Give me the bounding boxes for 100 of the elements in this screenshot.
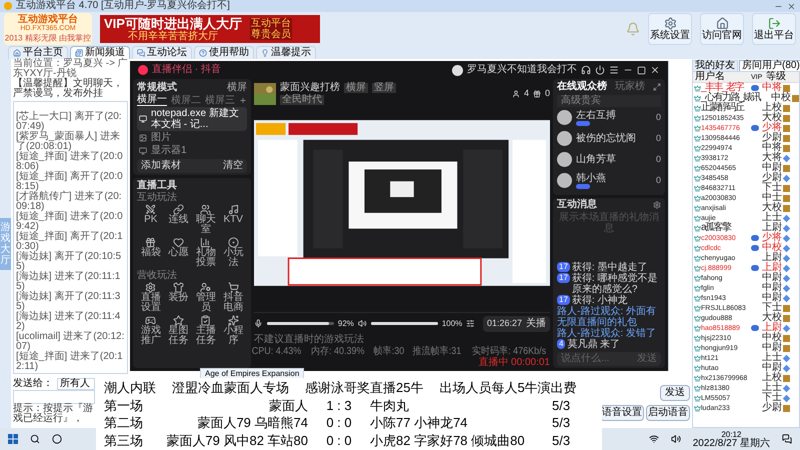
rank-text: 中尉 (762, 293, 782, 303)
tool-button[interactable]: 直播设置 (137, 282, 164, 315)
rank-text: 上士 (762, 213, 782, 223)
list-tab[interactable]: 我的好友 (692, 60, 738, 71)
chat-line: [短途_拌面] 进来了(20:08:06) (16, 152, 124, 172)
username[interactable]: _心有力路_婊讯 (701, 93, 760, 103)
tool-button[interactable]: 管理员 (192, 282, 220, 315)
rank-text: 上校 (762, 373, 782, 383)
rank-text: 少将 (762, 123, 782, 133)
tool-button[interactable]: 装扮 (164, 282, 192, 315)
chat-line: [海边妹] 进来了(20:11:15) (16, 272, 122, 292)
room-button[interactable]: 启动语音 (646, 405, 690, 421)
source-item[interactable]: notepad.exe 新建文本文档 - 记... (137, 107, 247, 131)
tool-button[interactable]: 主播任务 (192, 315, 220, 348)
viewer-count: 4 (524, 87, 529, 100)
hint-text: 不建议直播时的游戏玩法 (254, 335, 364, 345)
tool-button[interactable]: 抖音电商 (220, 282, 247, 315)
rank-text: 中将 (762, 83, 782, 93)
group-title: 营收玩法 (137, 270, 178, 282)
section-title: 直播工具 (137, 180, 178, 192)
stat-text: 帧率:30 (374, 346, 404, 357)
room-button[interactable]: 语音设置 (600, 405, 644, 421)
mode-selector[interactable]: 常规模式 (137, 82, 177, 92)
home-team: 蒙面人 (268, 396, 309, 414)
level-tag: 17 (557, 262, 570, 272)
viewer-score: 0 (656, 152, 661, 166)
banner-title: VIP可随时进出满人大厅 (104, 16, 242, 30)
column-header: 等级 (766, 72, 786, 82)
stop-live-button[interactable]: 01:26:27 关播 (482, 316, 550, 332)
message-text: 获得: 墨中越走了 (572, 262, 648, 273)
rank-text: 上尉 (762, 223, 782, 233)
rank-text: 中校 (762, 333, 782, 343)
tool-button[interactable]: 聊天室 (192, 204, 220, 237)
toolbar-button[interactable]: 访问官网 (700, 13, 744, 45)
scoreboard-heading: 澄盟冷血蒙面人专场 (172, 379, 289, 396)
rank-text: 上士 (762, 353, 782, 363)
tip-text: 提示：按提示『游戏已经运行』， (13, 404, 94, 426)
tool-button[interactable]: 福袋 (137, 237, 164, 270)
rank-text: 上尉 (762, 263, 782, 273)
rank-text: 中士 (762, 193, 782, 203)
stream-title: 蒙面兴趣打榜 (280, 83, 340, 93)
tool-button[interactable]: 小玩法 (220, 237, 247, 270)
vip-banner[interactable]: VIP可随时进出满人大厅 不用辛辛苦苦挤大厅 互动平台尊贵会员 (100, 15, 320, 43)
audience-tab[interactable]: 玩家榜 (615, 82, 645, 92)
level-tag: 17 (557, 273, 570, 283)
rank-text: 中尉 (762, 283, 782, 293)
chat-line: [才路航传广] 进来了(20:09:18) (16, 192, 122, 212)
tool-button[interactable]: 星图任务 (164, 315, 192, 348)
list-tab[interactable]: 房间用户(80) (739, 60, 800, 71)
match-score: 1 : 3 (325, 396, 353, 414)
tool-button[interactable]: 心愿 (164, 237, 192, 270)
level-tag: 4 (557, 339, 566, 349)
group-title: 互动玩法 (137, 192, 178, 204)
scene-tab[interactable]: 横屏一 (137, 95, 167, 106)
tool-button[interactable]: KTV (220, 204, 247, 237)
nav-tab[interactable]: 使用帮助 (194, 46, 254, 59)
chat-line: [海边妹] 离开了(20:11:35) (16, 292, 122, 312)
toolbar-button[interactable]: 系统设置 (648, 13, 692, 45)
send-to-label: 发送给： (13, 378, 53, 388)
app-title: 直播伴侣 · 抖音 (152, 65, 221, 75)
audience-tab[interactable]: 在线观众榜 (557, 82, 607, 92)
notice-text: 【温馨提醒】文明聊天，严禁谩骂，发布外挂 (13, 79, 124, 99)
live-status: 直播中 00:00:01 (478, 357, 550, 368)
rank-text: 中尉 (762, 363, 782, 373)
tool-button[interactable]: 小程序 (220, 315, 247, 348)
clock-date: 2022/8/27 星期六 (692, 438, 770, 448)
match-points: 5/3 (552, 414, 572, 432)
clear-button[interactable]: 清空 (223, 161, 243, 171)
tool-button[interactable]: 连线 (164, 204, 192, 237)
message-text: 路人-路过观众: 发错了 (557, 328, 656, 339)
tool-button[interactable]: PK (137, 204, 164, 237)
scene-tab[interactable]: 横屏二 (171, 96, 201, 106)
viewer-name: 被伤的忘忧阁 (576, 133, 636, 144)
toolbar-button[interactable]: 退出平台 (752, 13, 796, 45)
rank-text: 少尉 (762, 133, 782, 143)
scene-tab[interactable]: 横屏三 (205, 96, 235, 106)
rank-text: 上尉 (762, 253, 782, 263)
match-label: 第三场 (104, 432, 144, 449)
stream-tag: 竖屏 (372, 83, 396, 93)
source-item[interactable]: 显示器1 (137, 144, 247, 157)
send-button[interactable]: 发送 (660, 385, 690, 401)
tool-button[interactable]: 礼物投票 (192, 237, 220, 270)
home-team: 蒙面人79 乌暗熊74 (196, 414, 309, 432)
match-score: 0 : 0 (325, 432, 353, 449)
tool-button[interactable]: 游戏推广 (137, 315, 164, 348)
match-points: 5/3 (552, 432, 572, 449)
rank-text: 中尉 (762, 273, 782, 283)
add-source-button[interactable]: 添加素材 (141, 161, 181, 171)
username[interactable]: a孤客擎 (701, 223, 751, 233)
nav-tab[interactable]: 互动论坛 (132, 46, 192, 59)
rank-text: 下士 (762, 303, 782, 313)
rank-text: 中校 (762, 243, 782, 253)
username[interactable]: 止蒙醇码丘 (701, 103, 751, 113)
banner-badge: 互动平台尊贵会员 (250, 18, 292, 40)
username[interactable]: _丰丰_老字 (701, 83, 751, 93)
nav-tab[interactable]: 新闻频道 (70, 46, 130, 59)
nav-tab[interactable]: 平台主页 (8, 46, 68, 59)
source-item[interactable]: 图片 (137, 131, 247, 144)
nav-tab[interactable]: 温馨提示 (256, 46, 316, 59)
message-text: 路人-路过观众: 外面有无限直播间的礼包 (557, 306, 657, 328)
